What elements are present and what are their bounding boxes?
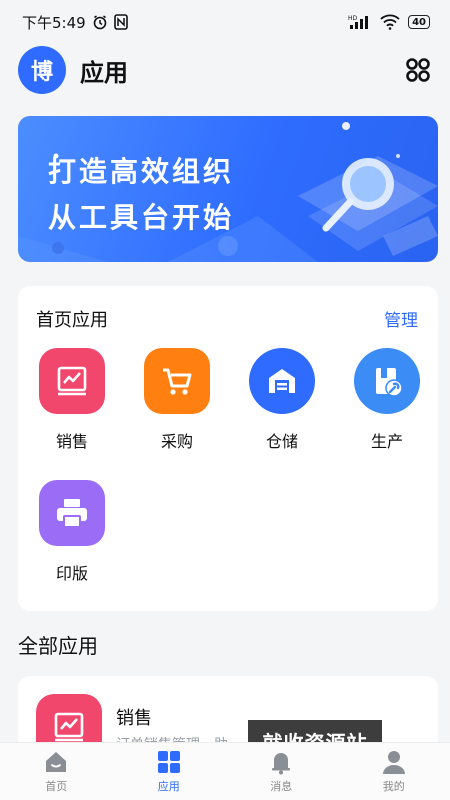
battery-indicator: 40	[408, 15, 430, 29]
printer-icon	[57, 499, 87, 528]
banner-headline-2: 从工具台开始	[48, 201, 235, 234]
nav-item-home[interactable]: 首页	[0, 743, 113, 800]
wrench-document-icon	[376, 368, 403, 397]
bottom-nav: 首页 应用 消息 我的	[0, 742, 450, 800]
app-purchase[interactable]: 采购	[137, 348, 217, 452]
nav-item-messages[interactable]: 消息	[225, 743, 338, 800]
home-icon	[46, 752, 67, 772]
purchase-app-icon	[144, 348, 210, 414]
nfc-icon	[113, 14, 128, 30]
home-apps-card: 首页应用 管理 销售 采购 仓储 生产 印版	[18, 286, 438, 611]
status-bar-left: 下午5:49	[22, 12, 128, 33]
app-label-printing-plate: 印版	[55, 564, 88, 583]
manage-link[interactable]: 管理	[384, 306, 418, 331]
user-icon	[382, 751, 405, 774]
nav-item-mine[interactable]: 我的	[338, 743, 450, 800]
sales-app-icon	[39, 348, 105, 414]
all-apps-item-title[interactable]: 销售	[116, 704, 152, 730]
nav-label-apps: 应用	[157, 780, 180, 793]
status-bar: 下午5:49 HD 40	[0, 0, 450, 44]
avatar-text: 博	[30, 60, 53, 85]
signal-icon: HD	[348, 15, 369, 29]
app-label-sales: 销售	[55, 432, 88, 451]
warehouse-app-icon	[249, 348, 315, 414]
nav-item-apps[interactable]: 应用	[113, 743, 226, 800]
nav-label-home: 首页	[45, 780, 68, 793]
apps-grid-icon	[157, 751, 180, 773]
org-avatar[interactable]: 博	[18, 46, 66, 94]
app-production[interactable]: 生产	[347, 348, 427, 452]
home-apps-title: 首页应用	[36, 310, 108, 331]
wifi-icon	[380, 14, 400, 30]
production-app-icon	[354, 348, 420, 414]
shopping-cart-icon	[163, 368, 192, 395]
printing-plate-app-icon	[39, 480, 105, 546]
warehouse-icon	[269, 369, 295, 393]
promo-banner[interactable]: 打造高效组织 从工具台开始	[18, 116, 438, 262]
nav-label-messages: 消息	[270, 780, 293, 793]
banner-headline-1: 打造高效组织	[48, 155, 235, 188]
chart-line-icon	[54, 712, 84, 742]
app-sales[interactable]: 销售	[32, 348, 112, 452]
status-time: 下午5:49	[22, 13, 86, 32]
battery-level: 40	[412, 16, 426, 28]
hd-label: HD	[348, 15, 358, 22]
app-label-purchase: 采购	[160, 432, 193, 451]
page-title: 应用	[80, 58, 128, 87]
all-apps-title: 全部应用	[18, 634, 98, 658]
nav-label-mine: 我的	[382, 780, 405, 793]
alarm-icon	[93, 15, 106, 30]
app-printing-plate[interactable]: 印版	[32, 480, 112, 584]
bell-icon	[272, 753, 291, 775]
status-bar-right: HD 40	[348, 14, 430, 30]
chart-line-icon	[57, 366, 87, 396]
app-header: 博 应用	[0, 44, 450, 96]
grid-menu-icon[interactable]	[404, 56, 432, 84]
app-warehouse[interactable]: 仓储	[242, 348, 322, 452]
app-label-warehouse: 仓储	[265, 432, 298, 451]
app-label-production: 生产	[370, 432, 403, 451]
